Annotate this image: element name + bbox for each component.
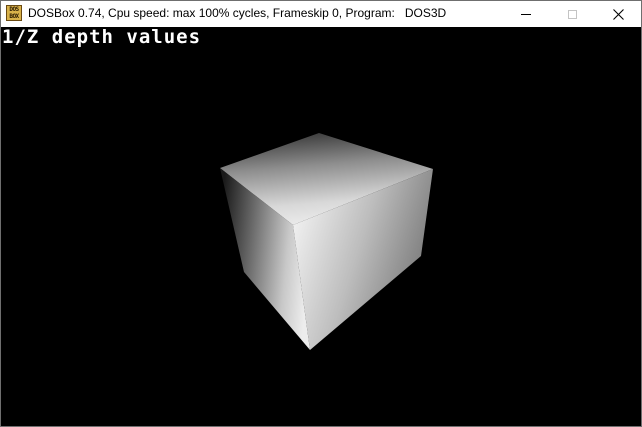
cube-render [220, 133, 433, 350]
minimize-button[interactable] [503, 1, 549, 27]
maximize-icon [567, 9, 577, 19]
window-title-text: DOSBox 0.74, Cpu speed: max 100% cycles,… [28, 6, 395, 20]
dos-screen[interactable]: 1/Z depth values [1, 27, 641, 426]
maximize-button[interactable] [549, 1, 595, 27]
title-bar[interactable]: DOS BOX DOSBox 0.74, Cpu speed: max 100% … [1, 1, 641, 27]
close-button[interactable] [595, 1, 641, 27]
minimize-icon [521, 13, 531, 15]
dosbox-icon[interactable]: DOS BOX [6, 5, 22, 21]
dosbox-window: DOS BOX DOSBox 0.74, Cpu speed: max 100% … [0, 0, 642, 427]
close-icon [612, 8, 624, 20]
program-name: DOS3D [404, 6, 447, 20]
window-title: DOSBox 0.74, Cpu speed: max 100% cycles,… [28, 6, 446, 20]
